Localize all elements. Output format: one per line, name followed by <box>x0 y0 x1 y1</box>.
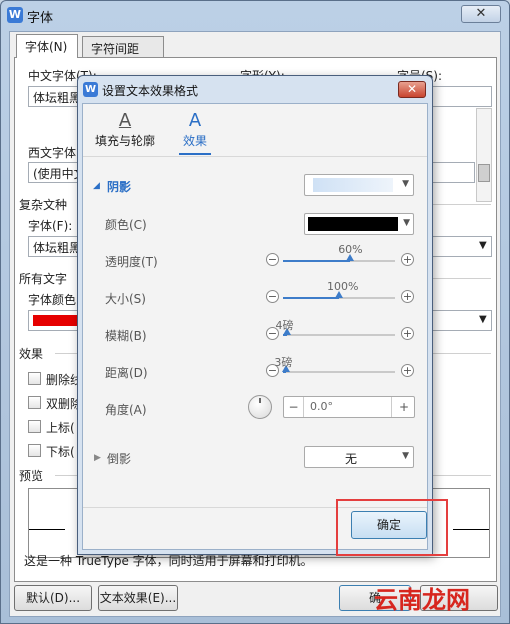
western-font-label: 西文字体( <box>28 146 81 160</box>
close-button[interactable]: ✕ <box>461 5 501 23</box>
effects-group-label: 效果 <box>19 347 44 361</box>
shadow-section-label[interactable]: 阴影 <box>107 178 131 195</box>
shadow-color-select[interactable]: ▼ <box>304 213 414 235</box>
transparency-slider-fill <box>283 260 351 262</box>
dialog-close-button[interactable]: ✕ <box>398 81 426 98</box>
superscript-checkbox[interactable] <box>28 420 41 433</box>
angle-dial-indicator <box>259 398 261 403</box>
preview-baseline-right <box>453 529 489 530</box>
active-tab-underline <box>179 153 211 155</box>
default-button[interactable]: 默认(D)... <box>14 585 92 611</box>
shadow-preset-select[interactable]: ▼ <box>304 174 414 196</box>
reflection-select[interactable]: 无 ▼ <box>304 446 414 468</box>
angle-increase-button[interactable]: + <box>394 397 414 417</box>
divider <box>83 156 427 157</box>
preview-baseline-left <box>29 529 65 530</box>
font-color-swatch <box>33 315 83 326</box>
tab-effects-label: 效果 <box>182 134 207 148</box>
chevron-down-icon: ▼ <box>402 179 409 189</box>
collapse-triangle-icon[interactable]: ▶ <box>94 453 101 463</box>
strikethrough-checkbox[interactable] <box>28 372 41 385</box>
all-text-group-label: 所有文字 <box>19 272 68 286</box>
transparency-decrease-button[interactable]: − <box>266 253 279 266</box>
angle-input[interactable]: 0.0° <box>310 400 333 413</box>
subscript-label: 下标( <box>46 445 75 459</box>
blur-value: 4磅 <box>275 319 294 332</box>
reflection-section-label[interactable]: 倒影 <box>107 450 131 467</box>
angle-label: 角度(A) <box>105 403 147 417</box>
wps-app-icon: W <box>83 82 98 97</box>
expand-triangle-icon[interactable]: ◢ <box>93 181 100 191</box>
highlight-annotation <box>336 499 448 556</box>
window-title: 字体 <box>27 11 54 26</box>
font-color-label: 字体颜色( <box>28 293 81 307</box>
transparency-label: 透明度(T) <box>105 255 158 269</box>
reflection-value: 无 <box>344 452 357 466</box>
shadow-color-swatch <box>308 217 398 231</box>
size-slider-fill <box>283 297 339 299</box>
divider <box>391 397 392 417</box>
preview-group-label: 预览 <box>19 469 44 483</box>
shadow-preset-preview <box>313 178 393 192</box>
complex-font-label: 字体(F): <box>28 219 73 233</box>
blur-label: 模糊(B) <box>105 329 147 343</box>
tab-fill-and-outline-label: 填充与轮廓 <box>94 134 155 148</box>
complex-script-group-label: 复杂文种 <box>19 198 68 212</box>
wps-app-icon: W <box>7 7 23 23</box>
chevron-down-icon: ▼ <box>402 451 409 461</box>
tab-fill-and-outline[interactable]: A 填充与轮廓 <box>93 110 157 149</box>
text-effect-format-dialog: W 设置文本效果格式 ✕ A 填充与轮廓 A 效果 ◢ 阴影 ▼ 颜色(C) ▼… <box>77 75 433 555</box>
distance-label: 距离(D) <box>105 366 148 380</box>
distance-slider-track[interactable] <box>283 371 395 373</box>
watermark-logo: 云南龙网 <box>374 586 470 614</box>
dialog-body: A 填充与轮廓 A 效果 ◢ 阴影 ▼ 颜色(C) ▼ 透明度(T) − 60% <box>82 103 428 550</box>
angle-decrease-button[interactable]: − <box>284 397 304 417</box>
size-list-scrollbar[interactable] <box>476 108 492 202</box>
size-increase-button[interactable]: + <box>401 290 414 303</box>
size-decrease-button[interactable]: − <box>266 290 279 303</box>
title-bar[interactable]: W 字体 ✕ <box>1 1 509 29</box>
dialog-title: 设置文本效果格式 <box>102 84 199 98</box>
chevron-down-icon[interactable]: ▼ <box>479 240 487 251</box>
fill-outline-icon: A <box>118 110 132 131</box>
blur-increase-button[interactable]: + <box>401 327 414 340</box>
angle-dial[interactable] <box>248 395 272 419</box>
size-label: 大小(S) <box>105 292 146 306</box>
distance-increase-button[interactable]: + <box>401 364 414 377</box>
text-effects-icon: A <box>188 110 202 131</box>
distance-value: 3磅 <box>274 356 293 369</box>
text-effect-button[interactable]: 文本效果(E)... <box>98 585 178 611</box>
angle-stepper[interactable]: − 0.0° + <box>283 396 415 418</box>
chevron-down-icon[interactable]: ▼ <box>479 314 487 325</box>
transparency-increase-button[interactable]: + <box>401 253 414 266</box>
chevron-down-icon: ▼ <box>403 218 410 228</box>
shadow-color-label: 颜色(C) <box>105 218 147 232</box>
double-strikethrough-checkbox[interactable] <box>28 396 41 409</box>
scrollbar-thumb[interactable] <box>478 164 490 182</box>
size-value: 100% <box>327 280 359 293</box>
transparency-value: 60% <box>338 243 363 256</box>
tab-font[interactable]: 字体(N) <box>16 34 78 58</box>
tab-character-spacing[interactable]: 字符间距(R) <box>82 36 164 71</box>
subscript-checkbox[interactable] <box>28 444 41 457</box>
superscript-label: 上标( <box>46 421 75 435</box>
tab-effects[interactable]: A 效果 <box>175 110 215 149</box>
blur-slider-track[interactable] <box>283 334 395 336</box>
